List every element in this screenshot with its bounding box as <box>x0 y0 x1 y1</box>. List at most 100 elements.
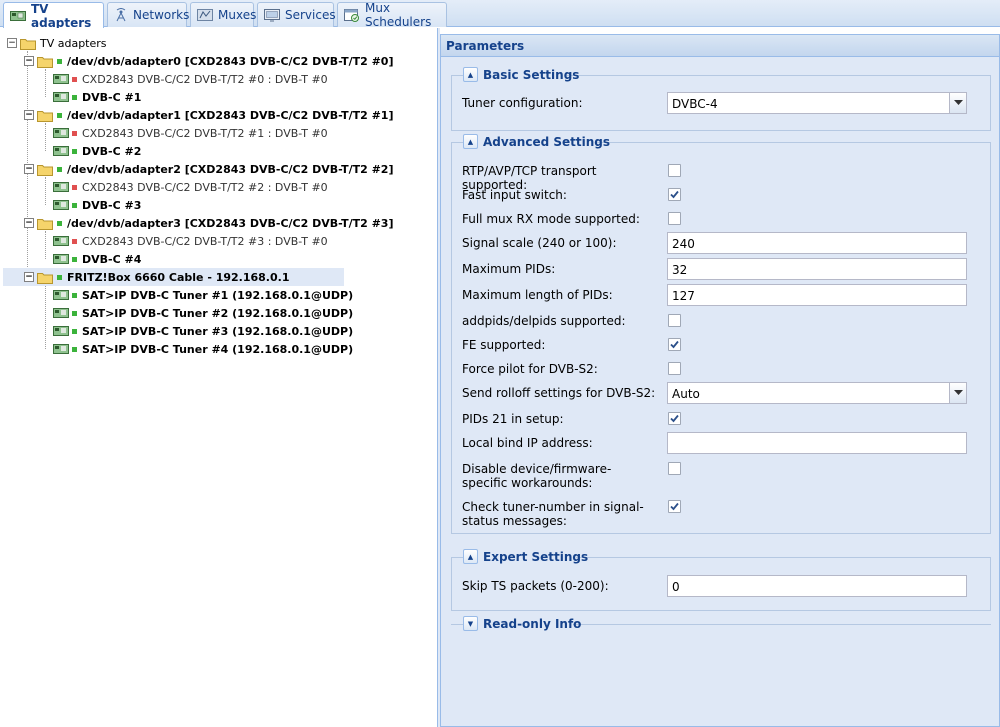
folder-icon <box>20 38 36 50</box>
legend-label: Read-only Info <box>483 616 582 631</box>
tree-label: /dev/dvb/adapter1 [CXD2843 DVB-C/C2 DVB-… <box>67 108 394 122</box>
status-disabled-icon <box>72 184 77 190</box>
scheduler-icon <box>344 8 360 22</box>
expert-settings-legend[interactable]: ▲ Expert Settings <box>463 549 588 564</box>
full-mux-label: Full mux RX mode supported: <box>462 212 640 226</box>
tree-label: /dev/dvb/adapter2 [CXD2843 DVB-C/C2 DVB-… <box>67 162 394 176</box>
status-enabled-icon <box>57 274 62 280</box>
tree-node-adapter3[interactable]: − /dev/dvb/adapter3 [CXD2843 DVB-C/C2 DV… <box>0 214 437 232</box>
folder-icon <box>37 164 53 176</box>
status-enabled-icon <box>57 166 62 172</box>
select-value: Auto <box>672 387 700 401</box>
tree-node-satip[interactable]: SAT>IP DVB-C Tuner #3 (192.168.0.1@UDP) <box>0 322 437 340</box>
rolloff-label: Send rolloff settings for DVB-S2: <box>462 386 656 400</box>
services-icon <box>264 8 280 22</box>
status-enabled-icon <box>72 202 77 208</box>
collapse-icon[interactable]: − <box>24 218 34 228</box>
max-pid-length-input[interactable]: 127 <box>667 284 967 306</box>
tree-label: SAT>IP DVB-C Tuner #3 (192.168.0.1@UDP) <box>82 324 354 338</box>
tree-label: CXD2843 DVB-C/C2 DVB-T/T2 #1 : DVB-T #0 <box>82 126 328 140</box>
tree-label: DVB-C #3 <box>82 198 142 212</box>
tree-label: DVB-C #2 <box>82 144 142 158</box>
fe-supported-label: FE supported: <box>462 338 546 352</box>
force-pilot-checkbox[interactable] <box>668 362 681 375</box>
skip-ts-label: Skip TS packets (0-200): <box>462 579 609 593</box>
legend-label: Basic Settings <box>483 67 580 82</box>
skip-ts-input[interactable]: 0 <box>667 575 967 597</box>
collapse-icon[interactable]: − <box>24 164 34 174</box>
tab-networks[interactable]: Networks <box>107 2 189 27</box>
local-bind-input[interactable] <box>667 432 967 454</box>
tree-node-root[interactable]: − TV adapters <box>0 34 437 52</box>
disable-workarounds-checkbox[interactable] <box>668 462 681 475</box>
checkmark-icon <box>670 190 679 199</box>
tree-node-frontend[interactable]: DVB-C #1 <box>0 88 437 106</box>
rtp-checkbox[interactable] <box>668 164 681 177</box>
chevron-down-icon[interactable] <box>949 383 966 403</box>
tab-muxes[interactable]: Muxes <box>190 2 257 27</box>
readonly-info-legend[interactable]: ▼ Read-only Info <box>463 616 581 631</box>
tree-node-adapter2[interactable]: − /dev/dvb/adapter2 [CXD2843 DVB-C/C2 DV… <box>0 160 437 178</box>
tab-label: Muxes <box>218 8 257 22</box>
tv-card-icon <box>53 146 69 156</box>
signal-scale-input[interactable]: 240 <box>667 232 967 254</box>
pids21-checkbox[interactable] <box>668 412 681 425</box>
collapse-icon[interactable]: − <box>7 38 17 48</box>
fast-switch-label: Fast input switch: <box>462 188 567 202</box>
tree-node-frontend[interactable]: CXD2843 DVB-C/C2 DVB-T/T2 #1 : DVB-T #0 <box>0 124 437 142</box>
tree-node-satip[interactable]: SAT>IP DVB-C Tuner #4 (192.168.0.1@UDP) <box>0 340 437 358</box>
status-disabled-icon <box>72 130 77 136</box>
status-enabled-icon <box>72 328 77 334</box>
tree-node-frontend[interactable]: DVB-C #2 <box>0 142 437 160</box>
tuner-config-select[interactable]: DVBC-4 <box>667 92 967 114</box>
tree-node-frontend[interactable]: DVB-C #3 <box>0 196 437 214</box>
expand-down-icon[interactable]: ▼ <box>463 616 478 631</box>
chevron-down-icon[interactable] <box>949 93 966 113</box>
addpids-checkbox[interactable] <box>668 314 681 327</box>
tree-node-frontend[interactable]: CXD2843 DVB-C/C2 DVB-T/T2 #3 : DVB-T #0 <box>0 232 437 250</box>
tv-card-icon <box>53 236 69 246</box>
fast-switch-checkbox[interactable] <box>668 188 681 201</box>
fe-supported-checkbox[interactable] <box>668 338 681 351</box>
folder-icon <box>37 56 53 68</box>
signal-scale-label: Signal scale (240 or 100): <box>462 236 617 250</box>
full-mux-checkbox[interactable] <box>668 212 681 225</box>
collapse-icon[interactable]: − <box>24 56 34 66</box>
tab-services[interactable]: Services <box>257 2 336 27</box>
tv-card-icon <box>53 308 69 318</box>
collapse-icon[interactable]: − <box>24 272 34 282</box>
tree-node-frontend[interactable]: DVB-C #4 <box>0 250 437 268</box>
tuner-config-label: Tuner configuration: <box>462 96 583 110</box>
tv-card-icon <box>53 182 69 192</box>
folder-icon <box>37 218 53 230</box>
tab-tv-adapters[interactable]: TV adapters <box>3 2 104 30</box>
tree-node-satip[interactable]: SAT>IP DVB-C Tuner #1 (192.168.0.1@UDP) <box>0 286 437 304</box>
local-bind-label: Local bind IP address: <box>462 436 593 450</box>
tv-card-icon <box>53 326 69 336</box>
tree-node-fritzbox[interactable]: − FRITZ!Box 6660 Cable - 192.168.0.1 <box>3 268 344 286</box>
rolloff-select[interactable]: Auto <box>667 382 967 404</box>
tree-node-frontend[interactable]: CXD2843 DVB-C/C2 DVB-T/T2 #2 : DVB-T #0 <box>0 178 437 196</box>
adapter-tree: − TV adapters − /dev/dvb/adapter0 [CXD28… <box>0 28 437 727</box>
tree-node-frontend[interactable]: CXD2843 DVB-C/C2 DVB-T/T2 #0 : DVB-T #0 <box>0 70 437 88</box>
folder-icon <box>37 110 53 122</box>
tab-mux-schedulers[interactable]: Mux Schedulers <box>337 1 447 29</box>
collapse-up-icon[interactable]: ▲ <box>463 134 478 149</box>
tree-node-adapter0[interactable]: − /dev/dvb/adapter0 [CXD2843 DVB-C/C2 DV… <box>0 52 437 70</box>
tv-card-icon <box>53 344 69 354</box>
collapse-up-icon[interactable]: ▲ <box>463 67 478 82</box>
collapse-up-icon[interactable]: ▲ <box>463 549 478 564</box>
advanced-settings-legend[interactable]: ▲ Advanced Settings <box>463 134 610 149</box>
max-pids-input[interactable]: 32 <box>667 258 967 280</box>
status-enabled-icon <box>57 220 62 226</box>
tree-node-satip[interactable]: SAT>IP DVB-C Tuner #2 (192.168.0.1@UDP) <box>0 304 437 322</box>
status-disabled-icon <box>72 238 77 244</box>
basic-settings-legend[interactable]: ▲ Basic Settings <box>463 67 579 82</box>
checkmark-icon <box>670 414 679 423</box>
tree-node-adapter1[interactable]: − /dev/dvb/adapter1 [CXD2843 DVB-C/C2 DV… <box>0 106 437 124</box>
status-disabled-icon <box>72 76 77 82</box>
tree-label: CXD2843 DVB-C/C2 DVB-T/T2 #3 : DVB-T #0 <box>82 234 328 248</box>
tree-label: DVB-C #4 <box>82 252 142 266</box>
check-tuner-checkbox[interactable] <box>668 500 681 513</box>
collapse-icon[interactable]: − <box>24 110 34 120</box>
